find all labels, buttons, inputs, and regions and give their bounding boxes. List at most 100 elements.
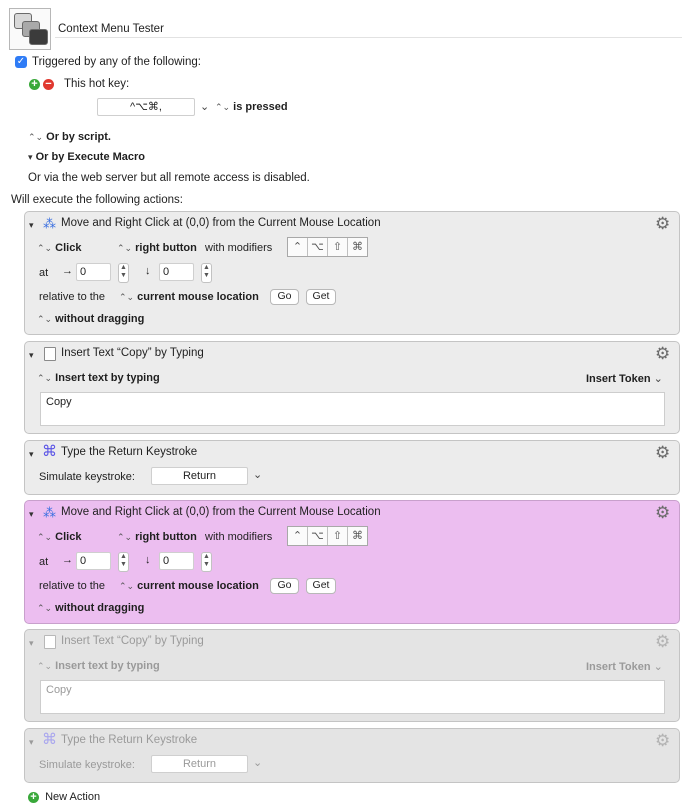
action-title: Type the Return Keystroke (61, 734, 198, 746)
updown-icon: ⌃⌄ (215, 102, 231, 112)
get-button[interactable]: Get (306, 578, 336, 594)
insert-mode-label: Insert text by typing (55, 660, 160, 672)
dragging-popup[interactable]: ⌃⌄ without dragging (37, 313, 144, 325)
option-modifier[interactable]: ⌥ (308, 527, 328, 545)
y-field[interactable]: 0 (159, 552, 194, 570)
dragging-label: without dragging (55, 602, 145, 614)
trigger-checkbox[interactable]: ✓ (15, 56, 27, 68)
relative-value: current mouse location (137, 580, 259, 592)
text-field[interactable]: Copy (40, 680, 665, 714)
modifier-toggles[interactable]: ⌃ ⌥ ⇧ ⌘ (287, 526, 368, 546)
keystroke-field[interactable]: Return (151, 755, 248, 773)
x-field[interactable]: 0 (76, 263, 111, 281)
action-title: Type the Return Keystroke (61, 446, 198, 458)
shift-modifier[interactable]: ⇧ (328, 527, 348, 545)
button-popup[interactable]: ⌃⌄ right button (117, 242, 197, 254)
action-type-return-2[interactable]: ▾ ⌘ Type the Return Keystroke ⚙ Simulate… (24, 728, 680, 783)
or-by-script-popup[interactable]: ⌃⌄ Or by script. (28, 131, 111, 143)
new-action-button[interactable]: + New Action (28, 791, 100, 803)
dragging-popup[interactable]: ⌃⌄ without dragging (37, 602, 144, 614)
simulate-label: Simulate keystroke: (39, 471, 135, 483)
relative-popup[interactable]: ⌃⌄ current mouse location (119, 291, 259, 303)
gear-icon[interactable]: ⚙ (655, 504, 670, 521)
collapse-icon[interactable]: ▾ (29, 449, 34, 460)
shift-modifier[interactable]: ⇧ (328, 238, 348, 256)
click-type-label: Click (55, 531, 82, 543)
keystroke-dropdown-icon[interactable]: ⌄ (253, 468, 262, 481)
insert-token-label: Insert Token (586, 661, 651, 673)
keystroke-dropdown-icon[interactable]: ⌄ (253, 756, 262, 769)
command-key-icon: ⌘ (42, 731, 57, 748)
chevron-down-icon: ▾ (28, 152, 33, 162)
go-button[interactable]: Go (270, 289, 299, 305)
updown-icon: ⌃⌄ (37, 373, 53, 383)
hotkey-field[interactable]: ^⌥⌘, (97, 98, 195, 116)
updown-icon: ⌃⌄ (37, 532, 53, 542)
keystroke-field[interactable]: Return (151, 467, 248, 485)
action-title: Insert Text “Copy” by Typing (61, 635, 204, 647)
gear-icon[interactable]: ⚙ (655, 633, 670, 650)
button-label: right button (135, 531, 197, 543)
clipboard-icon (44, 347, 56, 361)
command-modifier[interactable]: ⌘ (348, 238, 367, 256)
action-title: Move and Right Click at (0,0) from the C… (61, 217, 381, 229)
text-field[interactable]: Copy (40, 392, 665, 426)
action-title: Insert Text “Copy” by Typing (61, 347, 204, 359)
collapse-icon[interactable]: ▾ (29, 509, 34, 520)
y-stepper[interactable]: ▲ ▼ (201, 552, 212, 572)
button-popup[interactable]: ⌃⌄ right button (117, 531, 197, 543)
click-type-label: Click (55, 242, 82, 254)
plus-icon: + (28, 791, 39, 803)
action-move-right-click-1[interactable]: ▾ ⁂ Move and Right Click at (0,0) from t… (24, 211, 680, 335)
gear-icon[interactable]: ⚙ (655, 215, 670, 232)
get-button[interactable]: Get (306, 289, 336, 305)
at-label: at (39, 556, 49, 568)
x-field[interactable]: 0 (76, 552, 111, 570)
insert-mode-label: Insert text by typing (55, 372, 160, 384)
insert-mode-popup[interactable]: ⌃⌄ Insert text by typing (37, 660, 160, 672)
relative-popup[interactable]: ⌃⌄ current mouse location (119, 580, 259, 592)
action-insert-text-1[interactable]: ▾ Insert Text “Copy” by Typing ⚙ ⌃⌄ Inse… (24, 341, 680, 434)
modifier-toggles[interactable]: ⌃ ⌥ ⇧ ⌘ (287, 237, 368, 257)
collapse-icon[interactable]: ▾ (29, 220, 34, 231)
collapse-icon[interactable]: ▾ (29, 737, 34, 748)
control-modifier[interactable]: ⌃ (288, 527, 308, 545)
x-stepper[interactable]: ▲ ▼ (118, 552, 129, 572)
collapse-icon[interactable]: ▾ (29, 350, 34, 361)
add-trigger-button[interactable]: + (29, 79, 40, 90)
action-type-return-1[interactable]: ▾ ⌘ Type the Return Keystroke ⚙ Simulate… (24, 440, 680, 495)
web-server-text: Or via the web server but all remote acc… (28, 172, 310, 184)
updown-icon: ⌃⌄ (119, 581, 135, 591)
updown-icon: ⌃⌄ (28, 132, 44, 142)
hotkey-label: This hot key: (64, 78, 130, 90)
go-button[interactable]: Go (270, 578, 299, 594)
remove-trigger-button[interactable]: − (43, 79, 54, 90)
option-modifier[interactable]: ⌥ (308, 238, 328, 256)
chevron-down-icon: ⌄ (653, 661, 663, 673)
y-stepper[interactable]: ▲ ▼ (201, 263, 212, 283)
click-type-popup[interactable]: ⌃⌄ Click (37, 531, 81, 543)
click-type-popup[interactable]: ⌃⌄ Click (37, 242, 81, 254)
gear-icon[interactable]: ⚙ (655, 732, 670, 749)
insert-mode-popup[interactable]: ⌃⌄ Insert text by typing (37, 372, 160, 384)
or-by-execute-label: Or by Execute Macro (35, 151, 146, 163)
action-move-right-click-2[interactable]: ▾ ⁂ Move and Right Click at (0,0) from t… (24, 500, 680, 624)
insert-token-menu[interactable]: Insert Token ⌄ (586, 372, 663, 385)
trigger-label: Triggered by any of the following: (32, 56, 201, 68)
cursor-click-icon: ⁂ (43, 505, 56, 520)
control-modifier[interactable]: ⌃ (288, 238, 308, 256)
gear-icon[interactable]: ⚙ (655, 345, 670, 362)
right-arrow-icon: → (62, 265, 73, 277)
button-label: right button (135, 242, 197, 254)
hotkey-state-popup[interactable]: ⌃⌄ is pressed (215, 101, 288, 113)
or-by-execute-popup[interactable]: ▾ Or by Execute Macro (28, 151, 145, 163)
gear-icon[interactable]: ⚙ (655, 444, 670, 461)
y-field[interactable]: 0 (159, 263, 194, 281)
collapse-icon[interactable]: ▾ (29, 638, 34, 649)
hotkey-dropdown-icon[interactable]: ⌄ (200, 100, 209, 113)
macro-name-field[interactable]: Context Menu Tester (55, 21, 682, 38)
x-stepper[interactable]: ▲ ▼ (118, 263, 129, 283)
action-insert-text-2[interactable]: ▾ Insert Text “Copy” by Typing ⚙ ⌃⌄ Inse… (24, 629, 680, 722)
command-modifier[interactable]: ⌘ (348, 527, 367, 545)
insert-token-menu[interactable]: Insert Token ⌄ (586, 660, 663, 673)
